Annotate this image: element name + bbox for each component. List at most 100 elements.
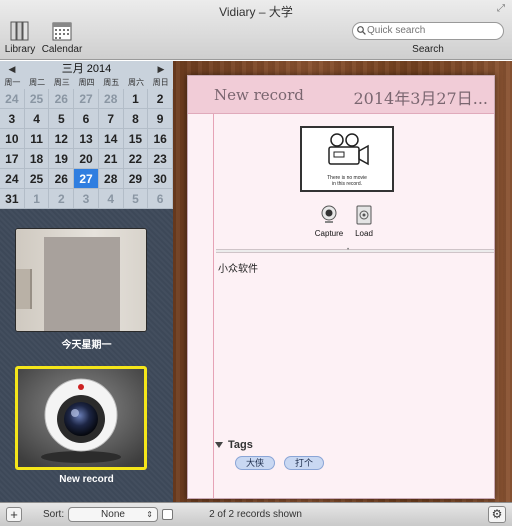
calendar-day[interactable]: 7 — [98, 109, 124, 129]
tag-token[interactable]: 打个 — [284, 456, 325, 470]
calendar-day[interactable]: 17 — [0, 149, 25, 169]
calendar-day[interactable]: 24 — [0, 89, 25, 109]
calendar-day[interactable]: 16 — [148, 129, 173, 149]
calendar-day[interactable]: 11 — [24, 129, 50, 149]
splitter[interactable]: • — [216, 247, 494, 253]
calendar-day[interactable]: 13 — [74, 129, 99, 149]
webcam-icon — [18, 369, 144, 467]
calendar-day[interactable]: 19 — [49, 149, 75, 169]
capture-label: Capture — [314, 229, 344, 238]
load-button[interactable]: Load — [346, 205, 382, 238]
fullscreen-icon[interactable]: ⤢ — [495, 3, 507, 15]
calendar-day[interactable]: 30 — [148, 169, 173, 189]
calendar-day[interactable]: 28 — [98, 169, 124, 189]
calendar-day[interactable]: 2 — [49, 189, 75, 209]
splitter-grip-icon[interactable]: • — [347, 247, 349, 253]
record-thumbnail-selected[interactable] — [15, 366, 147, 470]
weekday-label: 周一 — [4, 78, 21, 87]
records-status: 2 of 2 records shown — [209, 509, 302, 520]
calendar-day[interactable]: 5 — [49, 109, 75, 129]
calendar-day[interactable]: 12 — [49, 129, 75, 149]
calendar-day[interactable]: 5 — [123, 189, 149, 209]
search-field[interactable] — [352, 22, 504, 40]
calendar-day[interactable]: 6 — [148, 189, 173, 209]
toolbar: Vidiary – 大学 ⤢ Library Calendar Search — [0, 0, 512, 60]
gear-icon[interactable]: ⚙ — [488, 506, 506, 523]
film-icon — [356, 205, 372, 225]
record-detail-area: New record 2014年3月27日... There is no mov… — [173, 61, 512, 502]
calendar-label: Calendar — [41, 44, 83, 55]
record-label: New record — [59, 474, 114, 485]
tag-token[interactable]: 大侠 — [235, 456, 276, 470]
record-title[interactable]: New record — [214, 86, 304, 104]
record-date: 2014年3月27日... — [353, 89, 488, 108]
next-month-icon[interactable]: ▶ — [155, 61, 167, 77]
sort-label: Sort: — [43, 509, 65, 520]
window-title: Vidiary – 大学 — [219, 5, 293, 19]
calendar-day[interactable]: 21 — [98, 149, 124, 169]
calendar-day[interactable]: 26 — [49, 89, 75, 109]
search-label: Search — [412, 44, 444, 55]
movie-camera-icon — [328, 133, 369, 166]
calendar-day[interactable]: 24 — [0, 169, 25, 189]
calendar-day[interactable]: 4 — [98, 189, 124, 209]
calendar-day[interactable]: 23 — [148, 149, 173, 169]
calendar-month-label: 三月 2014 — [61, 63, 112, 75]
calendar-day[interactable]: 3 — [74, 189, 99, 209]
calendar-day[interactable]: 14 — [98, 129, 124, 149]
library-label: Library — [4, 44, 36, 55]
record-page: New record 2014年3月27日... There is no mov… — [187, 75, 495, 499]
weekday-label: 周日 — [152, 78, 169, 87]
calendar-icon — [52, 22, 72, 41]
thumbnail-door — [16, 269, 32, 309]
calendar-day[interactable]: 25 — [24, 89, 50, 109]
sort-select[interactable]: None ⇕ — [68, 507, 158, 522]
calendar-day[interactable]: 27 — [74, 89, 99, 109]
tags-heading: Tags — [214, 439, 253, 451]
sort-order-checkbox[interactable] — [162, 509, 173, 520]
calendar-day[interactable]: 15 — [123, 129, 149, 149]
weekday-label: 周五 — [103, 78, 120, 87]
calendar-day[interactable]: 1 — [123, 89, 149, 109]
search-input[interactable] — [367, 25, 497, 36]
note-text[interactable]: 小众软件 — [218, 260, 258, 275]
record-label: 今天星期一 — [61, 340, 112, 351]
calendar-day[interactable]: 28 — [98, 89, 124, 109]
calendar-day[interactable]: 8 — [123, 109, 149, 129]
no-movie-text: There is no movie in this record. — [302, 175, 392, 187]
calendar-day[interactable]: 26 — [49, 169, 75, 189]
weekday-row: 周一 周二 周三 周四 周五 周六 周日 — [0, 77, 173, 89]
calendar-day[interactable]: 4 — [24, 109, 50, 129]
calendar-day[interactable]: 20 — [74, 149, 99, 169]
movie-placeholder: There is no movie in this record. — [300, 126, 394, 192]
sidebar: ◀ 三月 2014 ▶ 周一 周二 周三 周四 周五 周六 周日 24 25 26 2… — [0, 61, 173, 502]
tags-heading-label: Tags — [228, 439, 253, 451]
calendar-day-today[interactable]: 27 — [74, 169, 99, 189]
calendar-day[interactable]: 10 — [0, 129, 25, 149]
calendar-day[interactable]: 18 — [24, 149, 50, 169]
calendar-day[interactable]: 9 — [148, 109, 173, 129]
weekday-label: 周三 — [53, 78, 70, 87]
record-thumbnail[interactable] — [15, 228, 147, 332]
calendar-day[interactable]: 31 — [0, 189, 25, 209]
bottom-bar: + Sort: None ⇕ 2 of 2 records shown ⚙ — [0, 502, 512, 526]
calendar-day[interactable]: 22 — [123, 149, 149, 169]
calendar-day[interactable]: 1 — [24, 189, 50, 209]
record-header: New record 2014年3月27日... — [188, 76, 494, 114]
prev-month-icon[interactable]: ◀ — [6, 61, 18, 77]
calendar-day[interactable]: 3 — [0, 109, 25, 129]
calendar-day[interactable]: 25 — [24, 169, 50, 189]
calendar-header: ◀ 三月 2014 ▶ — [0, 61, 173, 77]
calendar-button[interactable]: Calendar — [32, 20, 92, 55]
search-icon — [357, 26, 366, 35]
capture-button[interactable]: Capture — [311, 205, 347, 238]
calendar-day[interactable]: 29 — [123, 169, 149, 189]
add-record-button[interactable]: + — [6, 507, 22, 522]
thumbnail-blurred-region — [44, 237, 120, 331]
calendar-day[interactable]: 6 — [74, 109, 99, 129]
weekday-label: 周四 — [78, 78, 95, 87]
calendar-day[interactable]: 2 — [148, 89, 173, 109]
library-icon — [10, 21, 29, 41]
mini-calendar: ◀ 三月 2014 ▶ 周一 周二 周三 周四 周五 周六 周日 24 25 26 2… — [0, 61, 173, 209]
load-label: Load — [355, 229, 373, 238]
